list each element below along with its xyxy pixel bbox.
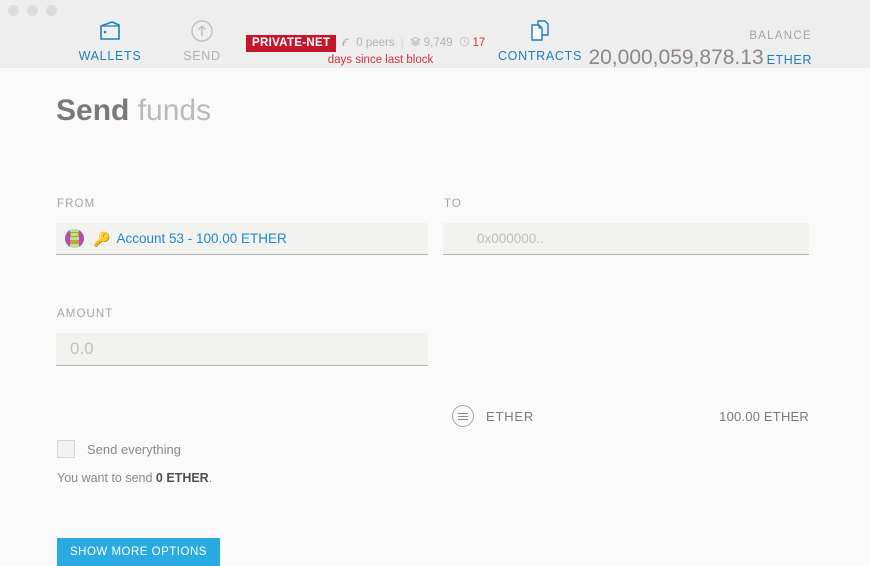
main-navigation: WALLETS SEND PRIVATE-NET 0 peers | 9,749… xyxy=(0,12,870,82)
balance-unit: ETHER xyxy=(766,53,812,67)
page-title-bold: Send xyxy=(56,94,130,127)
cube-icon xyxy=(410,36,421,50)
balance-display: BALANCE 20,000,059,878.13 ETHER xyxy=(588,30,812,70)
peers-stat: 0 peers xyxy=(342,36,395,50)
documents-icon xyxy=(496,18,584,44)
balance-value: 20,000,059,878.13 xyxy=(588,46,764,69)
send-note-amount: 0 ETHER xyxy=(155,471,209,485)
send-note-suffix: . xyxy=(208,471,213,485)
peers-count: 0 peers xyxy=(356,37,395,49)
unit-list-icon[interactable] xyxy=(452,405,474,427)
to-address-input[interactable]: 0x000000.. xyxy=(443,223,809,255)
main-content: Send funds FROM 🔑 Account 53 - 100.00 ET… xyxy=(0,68,870,566)
to-label: TO xyxy=(444,198,462,210)
clock-icon xyxy=(459,36,470,50)
to-address-placeholder: 0x000000.. xyxy=(477,231,544,246)
amount-input[interactable]: 0.0 xyxy=(56,333,428,366)
tab-contracts[interactable]: CONTRACTS xyxy=(496,18,584,63)
send-everything-label: Send everything xyxy=(87,441,181,457)
amount-label: AMOUNT xyxy=(57,308,114,320)
selected-unit: ETHER xyxy=(486,408,535,424)
network-status: PRIVATE-NET 0 peers | 9,749 17 days sinc… xyxy=(246,34,491,66)
days-since-caption: days since last block xyxy=(327,54,434,66)
from-label: FROM xyxy=(57,198,96,210)
send-summary-note: You want to send 0 ETHER. xyxy=(57,471,212,485)
show-more-options-button[interactable]: SHOW MORE OPTIONS xyxy=(57,538,220,566)
balance-amount-row: 20,000,059,878.13 ETHER xyxy=(588,46,812,70)
days-since-value: 17 xyxy=(472,37,486,49)
from-account-select[interactable]: 🔑 Account 53 - 100.00 ETHER xyxy=(56,223,428,255)
page-title-light: funds xyxy=(137,94,212,127)
balance-label: BALANCE xyxy=(749,30,812,42)
block-stat: 9,749 xyxy=(410,36,453,50)
send-everything-checkbox[interactable] xyxy=(57,440,75,458)
window-titlebar: WALLETS SEND PRIVATE-NET 0 peers | 9,749… xyxy=(0,0,870,82)
block-number: 9,749 xyxy=(423,37,453,49)
tab-wallets-label: WALLETS xyxy=(78,49,142,63)
tab-send-label: SEND xyxy=(183,49,221,63)
send-note-prefix: You want to send xyxy=(57,471,156,485)
send-everything-row[interactable]: Send everything xyxy=(57,440,181,458)
signal-icon xyxy=(342,36,353,50)
wallet-icon xyxy=(66,18,154,44)
available-balance: 100.00 ETHER xyxy=(719,408,809,424)
tab-contracts-label: CONTRACTS xyxy=(497,49,583,63)
tab-wallets[interactable]: WALLETS xyxy=(66,18,154,63)
network-badge: PRIVATE-NET xyxy=(246,34,337,52)
last-block-stat: 17 xyxy=(459,36,486,50)
arrow-up-circle-icon xyxy=(158,18,246,44)
page-title: Send funds xyxy=(56,94,211,128)
unit-selector-row: ETHER 100.00 ETHER xyxy=(452,405,809,427)
key-icon: 🔑 xyxy=(93,230,111,247)
status-separator: | xyxy=(400,36,404,50)
tab-send[interactable]: SEND xyxy=(158,18,246,63)
amount-placeholder: 0.0 xyxy=(70,339,94,358)
identicon-avatar xyxy=(65,229,84,248)
from-account-value: Account 53 - 100.00 ETHER xyxy=(116,231,287,246)
